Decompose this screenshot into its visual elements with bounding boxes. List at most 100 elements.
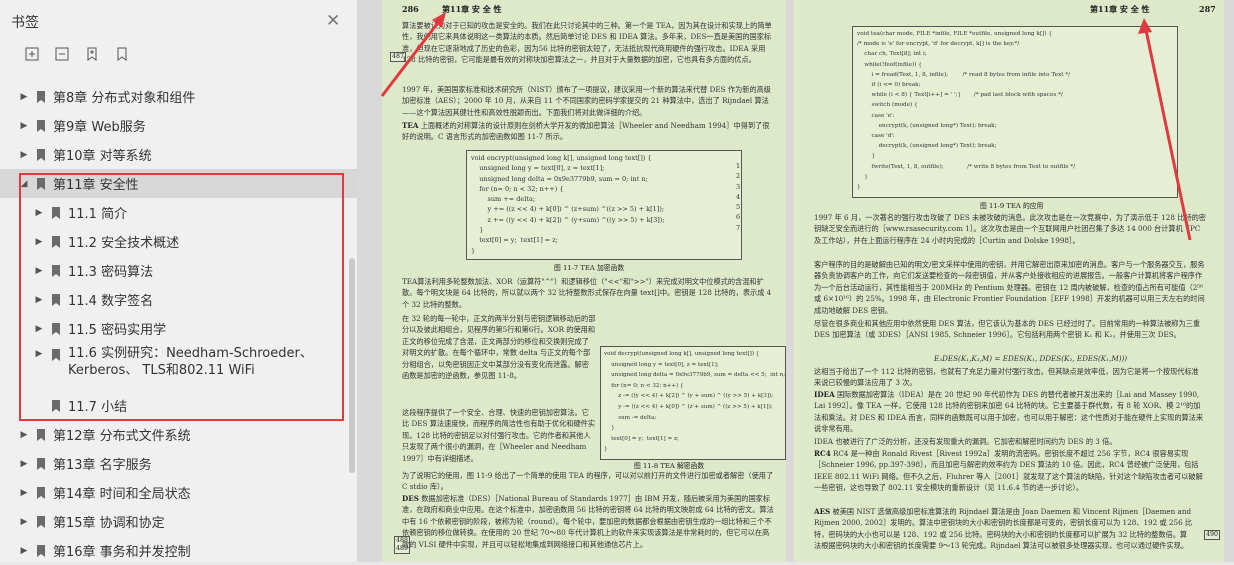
paragraph: 1997 年 6 月，一次著名的强行攻击攻破了 DES 未被攻破的消息。此次攻击…: [814, 213, 1206, 245]
paragraph: RC4 RC4 是一种由 Ronald Rivest［Rivest 1992a］…: [814, 448, 1206, 504]
bookmark-label: 11.4 数字签名: [68, 294, 154, 309]
bookmark-chapter[interactable]: ▶ 第10章 对等系统: [0, 140, 357, 169]
close-icon[interactable]: ✕: [326, 11, 340, 31]
bookmark-chapter[interactable]: ▶ 第15章 协调和协定: [0, 507, 357, 536]
section-run-in-head: DES: [402, 494, 419, 503]
paragraph: TEA算法利用多轮整数加法、XOR（运算符"^"）和逻辑移位（"<<"和">>"…: [402, 277, 772, 309]
expand-arrow-icon[interactable]: ▶: [35, 295, 43, 305]
bookmark-icon: [36, 544, 46, 557]
section-run-in-head: AES: [814, 507, 831, 516]
sidebar-scrollbar[interactable]: [349, 258, 355, 473]
code-block-tea: void tea(char mode, FILE *infile, FILE *…: [852, 26, 1178, 198]
figure-caption: 图 11-8 TEA 解密函数: [634, 462, 705, 470]
bookmark-label: 11.6 实例研究：Needham-Schroeder、Kerberos、 TL…: [68, 346, 313, 378]
bookmark-icon: [51, 349, 61, 361]
page-number-left: 286: [402, 4, 419, 14]
bookmark-label: 第8章 分布式对象和组件: [53, 91, 196, 106]
page-number-right: 287: [1199, 4, 1216, 14]
bookmark-section[interactable]: ▶ 11.5 密码实用学: [0, 314, 357, 343]
expand-arrow-icon[interactable]: ▶: [20, 459, 28, 469]
expand-arrow-icon[interactable]: ▶: [20, 121, 28, 131]
paragraph: 算法要被认为对于已知的攻击是安全的。我们在此只讨论其中的三种。第一个是 TEA，…: [402, 21, 772, 65]
bookmark-label: 第13章 名字服务: [53, 458, 152, 473]
collapse-arrow-icon[interactable]: ◢: [20, 179, 28, 189]
figure-caption: 图 11-9 TEA 的应用: [980, 202, 1044, 210]
bookmark-icon: [36, 119, 46, 132]
bookmark-label: 11.7 小结: [68, 400, 128, 415]
bookmark-chapter[interactable]: ◢ 第11章 安全性: [0, 169, 357, 198]
formula: E₃DES(K₁,K₂,M) = EDES(K₁, DDES(K₂, EDES(…: [934, 354, 1128, 363]
paragraph: IDEA 也被进行了广泛的分析，还没有发现重大的漏洞。它加密和解密时间约为 DE…: [814, 437, 1117, 446]
bookmark-chapter[interactable]: ▶ 第16章 事务和并发控制: [0, 536, 357, 565]
code-block-decrypt: void decrypt(unsigned long k[], unsigned…: [600, 346, 786, 460]
expand-arrow-icon[interactable]: ▶: [20, 546, 28, 556]
expand-all-icon[interactable]: [24, 46, 40, 62]
bookmark-chapter[interactable]: ▶ 第13章 名字服务: [0, 449, 357, 478]
bookmark-label: 第15章 协调和协定: [53, 516, 165, 531]
bookmark-icon: [36, 148, 46, 161]
bookmark-icon: [36, 457, 46, 470]
bookmark-label: 第16章 事务和并发控制: [53, 545, 191, 560]
collapse-all-icon[interactable]: [54, 46, 70, 62]
expand-arrow-icon[interactable]: ▶: [20, 430, 28, 440]
expand-arrow-icon[interactable]: ▶: [20, 517, 28, 527]
expand-arrow-icon[interactable]: ▶: [20, 488, 28, 498]
paragraph: TEA 上面概述的对称算法的设计原则在剑桥大学开发的微加密算法［Wheeler …: [402, 120, 774, 144]
sidebar-toolbar: [24, 46, 130, 62]
add-bookmark-icon[interactable]: [84, 46, 100, 62]
paragraph-text: 被美国 NIST 选做高级加密标准算法的 Rijndael 算法是由 Joan …: [814, 507, 1193, 551]
running-header-right: 第11章 安 全 性: [1090, 4, 1150, 14]
paragraph: 客户程序的目的是破解由已知的明文/密文采样中使用的密钥，并用它解密出原来加密的消…: [814, 260, 1205, 315]
bookmark-icon: [51, 293, 61, 306]
paragraph: 尽管在很多商业和其他应用中依然使用 DES 算法，但它该认为基本的 DES 已经…: [814, 319, 1201, 340]
paragraph: 1997 年，美国国家标准和技术研究所（NIST）颁布了一项提议，建议采用一个新…: [402, 85, 771, 117]
bookmark-icon[interactable]: [114, 46, 130, 62]
paragraph-text: 上面概述的对称算法的设计原则在剑桥大学开发的微加密算法［Wheeler and …: [402, 121, 770, 142]
running-header-left: 第11章 安 全 性: [442, 4, 502, 14]
margin-page-tag: 490: [1204, 530, 1221, 540]
expand-arrow-icon[interactable]: ▶: [20, 150, 28, 160]
bookmark-section[interactable]: 11.7 小结: [0, 391, 357, 420]
bookmark-icon: [51, 206, 61, 219]
bookmark-icon: [36, 428, 46, 441]
bookmark-label: 11.5 密码实用学: [68, 323, 167, 338]
bookmark-label: 第12章 分布式文件系统: [53, 429, 191, 444]
paragraph-text: 数据加密标准（DES）［National Bureau of Standards…: [402, 494, 774, 549]
bookmark-chapter[interactable]: ▶ 第8章 分布式对象和组件: [0, 82, 357, 111]
paragraph: 这相当于给出了一个 112 比特的密钥，也就有了充足力量对付强行攻击。但其缺点是…: [814, 367, 1199, 388]
figure-caption: 图 11-7 TEA 加密函数: [554, 264, 625, 272]
bookmark-section[interactable]: ▶ 11.3 密码算法: [0, 256, 357, 285]
bookmark-icon: [51, 399, 61, 412]
bookmark-label: 11.1 简介: [68, 207, 128, 222]
bookmark-section[interactable]: ▶ 11.2 安全技术概述: [0, 227, 357, 256]
bookmark-icon: [36, 177, 46, 190]
expand-arrow-icon[interactable]: ▶: [35, 324, 43, 334]
bookmark-section[interactable]: ▶ 11.6 实例研究：Needham-Schroeder、Kerberos、 T…: [0, 343, 357, 391]
bookmark-icon: [51, 264, 61, 277]
expand-arrow-icon[interactable]: ▶: [20, 92, 28, 102]
paragraph: 这段程序提供了一个安全、合理、快速的密钥加密算法。它比 DES 算法速度快，而程…: [402, 408, 596, 463]
bookmark-chapter[interactable]: ▶ 第12章 分布式文件系统: [0, 420, 357, 449]
bookmark-icon: [51, 322, 61, 335]
paragraph: 为了说明它的使用，图 11-9 给出了一个简单的使用 TEA 的程序，可以对以前…: [402, 471, 774, 492]
bookmark-section[interactable]: ▶ 11.1 简介: [0, 198, 357, 227]
expand-arrow-icon[interactable]: ▶: [35, 237, 43, 247]
bookmark-label: 第9章 Web服务: [53, 120, 146, 135]
expand-arrow-icon[interactable]: ▶: [35, 349, 43, 359]
paragraph: DES 数据加密标准（DES）［National Bureau of Stand…: [402, 493, 774, 562]
code-block-encrypt: void encrypt(unsigned long k[], unsigned…: [466, 150, 742, 260]
section-run-in-head: RC4: [814, 449, 831, 458]
page-287: 第11章 安 全 性 287 490 void tea(char mode, F…: [794, 0, 1224, 562]
expand-arrow-icon[interactable]: ▶: [35, 208, 43, 218]
paragraph: 在 32 轮的每一轮中，正文的两半分别与密钥逻辑移动后的部分以及彼此相组合，见程…: [402, 314, 596, 381]
bookmark-section[interactable]: ▶ 11.4 数字签名: [0, 285, 357, 314]
sidebar-title: 书签: [11, 15, 39, 31]
paragraph: AES 被美国 NIST 选做高级加密标准算法的 Rijndael 算法是由 J…: [814, 506, 1194, 562]
bookmark-label: 11.3 密码算法: [68, 265, 154, 280]
bookmark-chapter[interactable]: ▶ 第14章 时间和全局状态: [0, 478, 357, 507]
expand-arrow-icon[interactable]: ▶: [35, 266, 43, 276]
bookmark-label: 11.2 安全技术概述: [68, 236, 180, 251]
paragraph-text: RC4 是一种由 Ronald Rivest［Rivest 1992a］发明的流…: [814, 449, 1203, 493]
bookmarks-sidebar: 书签 ✕ ▶ 第8章 分布式对象和组件 ▶ 第9章 Web服务 ▶ 第10章 对等系统 ◢ 第…: [0, 0, 358, 562]
bookmark-chapter[interactable]: ▶ 第9章 Web服务: [0, 111, 357, 140]
